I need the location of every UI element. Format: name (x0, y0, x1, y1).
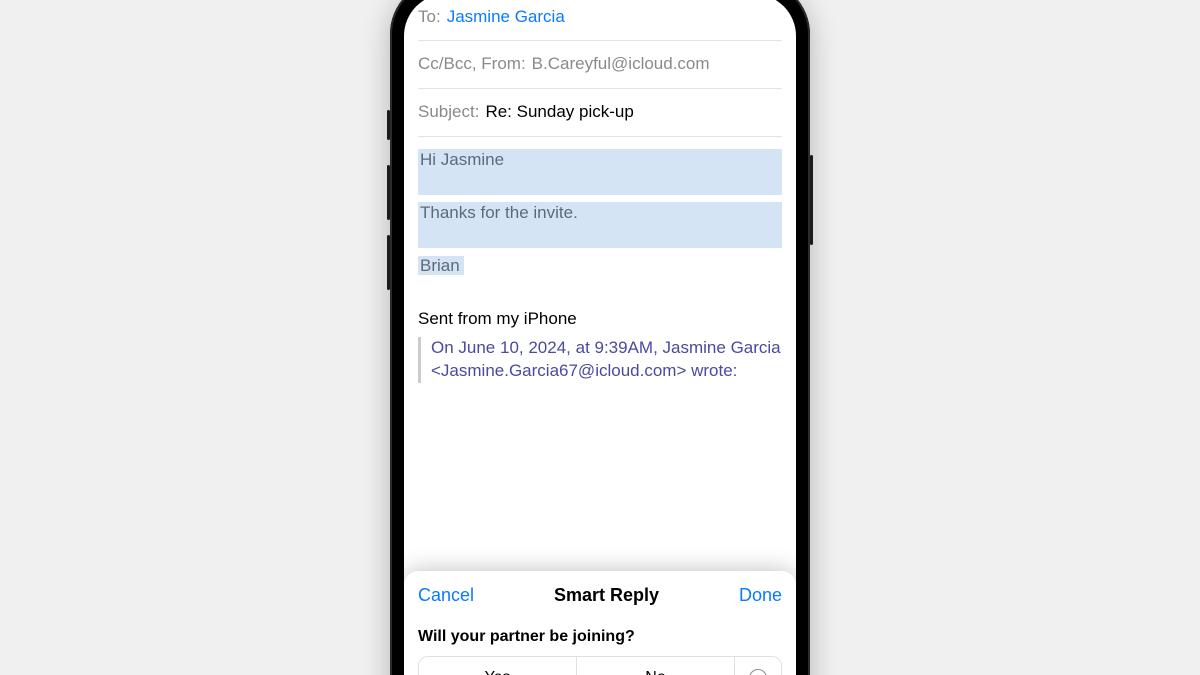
body-text: Thanks for the invite. (418, 202, 782, 225)
side-button (387, 235, 390, 290)
ccbcc-label: Cc/Bcc, From: (418, 53, 526, 76)
ccbcc-row[interactable]: Cc/Bcc, From: B.Careyful@icloud.com (418, 41, 782, 89)
sheet-header: Cancel Smart Reply Done (418, 585, 782, 620)
subject-label: Subject: (418, 101, 479, 124)
more-options-button[interactable] (735, 657, 781, 675)
side-button (387, 110, 390, 140)
iphone-frame: To: Jasmine Garcia Cc/Bcc, From: B.Carey… (390, 0, 810, 675)
ellipsis-icon (749, 669, 767, 675)
to-row[interactable]: To: Jasmine Garcia (418, 0, 782, 41)
question-prompt: Will your partner be joining? (418, 628, 782, 646)
signature: Sent from my iPhone (418, 298, 782, 331)
body-text (418, 172, 782, 195)
question-options: Yes No (418, 656, 782, 675)
to-recipient[interactable]: Jasmine Garcia (447, 6, 565, 29)
quoted-header: On June 10, 2024, at 9:39AM, Jasmine Gar… (431, 338, 781, 380)
smart-reply-sheet: Cancel Smart Reply Done Will your partne… (404, 571, 796, 675)
option-button[interactable]: No (577, 657, 735, 675)
quoted-block: On June 10, 2024, at 9:39AM, Jasmine Gar… (418, 337, 782, 383)
option-button[interactable]: Yes (419, 657, 577, 675)
from-address: B.Careyful@icloud.com (532, 53, 710, 76)
side-button (810, 155, 813, 245)
to-label: To: (418, 6, 441, 29)
body-text: Brian (418, 256, 464, 275)
sheet-title: Smart Reply (554, 585, 659, 606)
cancel-button[interactable]: Cancel (418, 585, 474, 606)
body-text (418, 225, 782, 248)
mail-compose: To: Jasmine Garcia Cc/Bcc, From: B.Carey… (404, 0, 796, 469)
side-button (387, 165, 390, 220)
subject-value[interactable]: Re: Sunday pick-up (485, 101, 633, 124)
done-button[interactable]: Done (739, 585, 782, 606)
subject-row[interactable]: Subject: Re: Sunday pick-up (418, 89, 782, 137)
mail-body[interactable]: Hi Jasmine Thanks for the invite. Brian … (418, 137, 782, 388)
screen: To: Jasmine Garcia Cc/Bcc, From: B.Carey… (404, 0, 796, 675)
body-text: Hi Jasmine (418, 149, 782, 172)
